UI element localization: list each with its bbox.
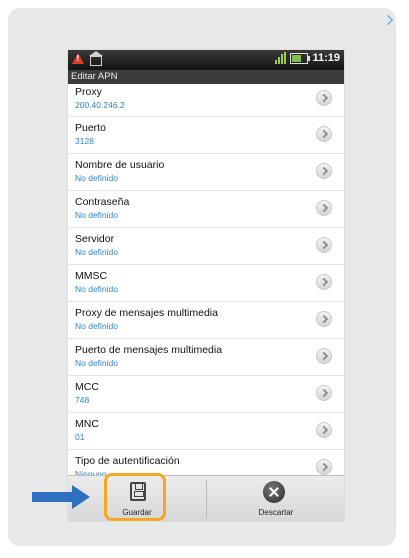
home-icon [89, 50, 103, 66]
chevron-right-icon[interactable] [316, 200, 332, 216]
setting-row-mms-port[interactable]: Puerto de mensajes multimedia No definid… [68, 339, 344, 376]
setting-value: 3128 [75, 136, 94, 146]
setting-label: Servidor [75, 233, 115, 245]
setting-label: Nombre de usuario [75, 159, 165, 171]
discard-button[interactable]: Descartar [207, 476, 344, 521]
chevron-right-icon[interactable] [316, 422, 332, 438]
setting-value: No definido [75, 321, 119, 331]
status-bar: 11:19 [68, 50, 344, 70]
corner-chevron-icon [382, 14, 394, 26]
setting-value: 748 [75, 395, 90, 405]
status-time: 11:19 [312, 52, 340, 64]
setting-label: Proxy de mensajes multimedia [75, 307, 218, 319]
setting-label: Proxy [75, 86, 102, 98]
setting-row-password[interactable]: Contraseña No definido [68, 191, 344, 228]
chevron-right-icon[interactable] [316, 163, 332, 179]
setting-label: MMSC [75, 270, 108, 282]
setting-label: MNC [75, 418, 99, 430]
discard-label: Descartar [258, 508, 294, 517]
chevron-right-icon[interactable] [316, 126, 332, 142]
setting-label: Tipo de autentificación [75, 455, 180, 467]
close-circle-icon [263, 481, 285, 503]
chevron-right-icon[interactable] [316, 311, 332, 327]
setting-value: 200.40.246.2 [75, 100, 125, 110]
chevron-right-icon[interactable] [316, 385, 332, 401]
save-label: Guardar [122, 508, 152, 517]
warning-icon [72, 53, 84, 64]
chevron-right-icon[interactable] [316, 90, 332, 106]
setting-row-server[interactable]: Servidor No definido [68, 228, 344, 265]
setting-value: No definido [75, 210, 119, 220]
setting-row-username[interactable]: Nombre de usuario No definido [68, 154, 344, 191]
setting-row-mmsc[interactable]: MMSC No definido [68, 265, 344, 302]
setting-row-proxy[interactable]: Proxy 200.40.246.2 [68, 84, 344, 117]
setting-value: No definido [75, 284, 119, 294]
setting-label: Puerto de mensajes multimedia [75, 344, 223, 356]
setting-row-mms-proxy[interactable]: Proxy de mensajes multimedia No definido [68, 302, 344, 339]
setting-value: No definido [75, 247, 119, 257]
setting-row-mcc[interactable]: MCC 748 [68, 376, 344, 413]
setting-row-mnc[interactable]: MNC 01 [68, 413, 344, 450]
setting-label: Puerto [75, 122, 106, 134]
setting-value: 01 [75, 432, 85, 442]
setting-label: MCC [75, 381, 99, 393]
chevron-right-icon[interactable] [316, 237, 332, 253]
setting-label: Contraseña [75, 196, 130, 208]
chevron-right-icon[interactable] [316, 348, 332, 364]
chevron-right-icon[interactable] [316, 274, 332, 290]
apn-settings-list: Proxy 200.40.246.2 Puerto 3128 Nombre de… [68, 84, 344, 487]
floppy-disk-icon [130, 482, 146, 501]
setting-row-puerto[interactable]: Puerto 3128 [68, 117, 344, 154]
chevron-right-icon[interactable] [316, 459, 332, 475]
setting-value: No definido [75, 173, 119, 183]
action-bar: Guardar Descartar [68, 475, 344, 521]
signal-icon [275, 52, 287, 64]
setting-value: No definido [75, 358, 119, 368]
window-title: Editar APN [68, 70, 344, 84]
phone-screen: 11:19 Editar APN Proxy 200.40.246.2 Puer… [68, 50, 344, 521]
battery-icon [290, 52, 311, 64]
